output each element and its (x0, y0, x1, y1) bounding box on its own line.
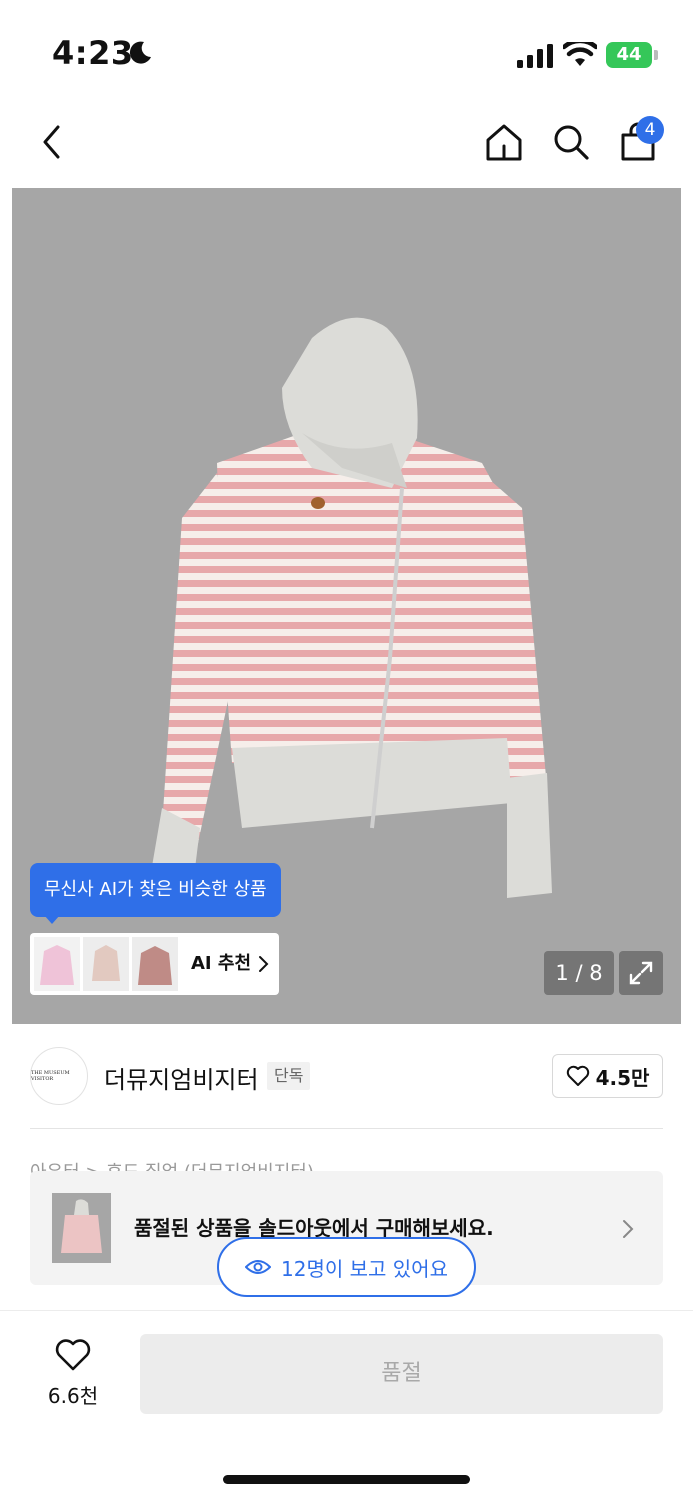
search-icon (554, 125, 589, 160)
home-indicator (223, 1475, 470, 1484)
status-time: 4:23 (52, 34, 134, 72)
brand-like-count: 4.5만 (595, 1065, 650, 1090)
ai-similar-thumbnail (132, 937, 178, 991)
heart-icon (55, 1339, 91, 1371)
back-arrow-icon (43, 125, 60, 159)
signal-icon (517, 44, 553, 68)
brand-like-button[interactable]: 4.5만 (552, 1054, 663, 1098)
brand-logo[interactable]: THE MUSEUM VISITOR (30, 1047, 88, 1105)
ai-tooltip-tail (44, 915, 60, 924)
back-button[interactable] (30, 120, 74, 164)
buy-button[interactable]: 품절 (140, 1334, 663, 1414)
product-like-button[interactable]: 6.6천 (30, 1334, 116, 1414)
viewers-count-pill: 12명이 보고 있어요 (217, 1237, 476, 1297)
cart-count-badge: 4 (636, 116, 664, 144)
battery-icon: 44 (606, 42, 658, 68)
moon-icon (129, 41, 151, 64)
home-button[interactable] (480, 118, 528, 166)
ai-recommendation-button[interactable]: AI 추천 (30, 933, 279, 995)
status-bar: 4:23 44 (0, 0, 693, 100)
brand-logo-text: THE MUSEUM VISITOR (31, 1070, 70, 1082)
heart-icon (566, 1065, 589, 1086)
image-page-counter: 1 / 8 (544, 951, 614, 995)
ai-recommendation-label: AI 추천 (191, 953, 252, 974)
exclusive-badge: 단독 (267, 1062, 311, 1090)
brand-name[interactable]: 더뮤지엄비지터 (104, 1060, 259, 1095)
ai-similar-thumbnail (34, 937, 80, 991)
eye-icon (245, 1260, 272, 1274)
expand-image-button[interactable] (619, 951, 663, 995)
wifi-icon (563, 42, 597, 66)
divider (0, 1310, 693, 1311)
product-like-count: 6.6천 (47, 1384, 99, 1408)
divider (30, 1128, 663, 1129)
nav-bar (0, 100, 693, 188)
soldout-banner-thumbnail (52, 1193, 111, 1263)
viewers-count-text: 12명이 보고 있어요 (281, 1256, 448, 1281)
expand-icon (629, 961, 653, 985)
battery-level: 44 (606, 42, 652, 68)
brand-row: THE MUSEUM VISITOR 더뮤지엄비지터 단독 4.5만 (0, 1024, 693, 1128)
ai-similar-thumbnail (83, 937, 129, 991)
ai-recommendation-tooltip: 무신사 AI가 찾은 비슷한 상품 (30, 863, 281, 917)
chevron-right-icon (623, 1220, 634, 1238)
search-button[interactable] (547, 118, 595, 166)
chevron-right-icon (259, 956, 269, 972)
home-icon (486, 124, 522, 161)
